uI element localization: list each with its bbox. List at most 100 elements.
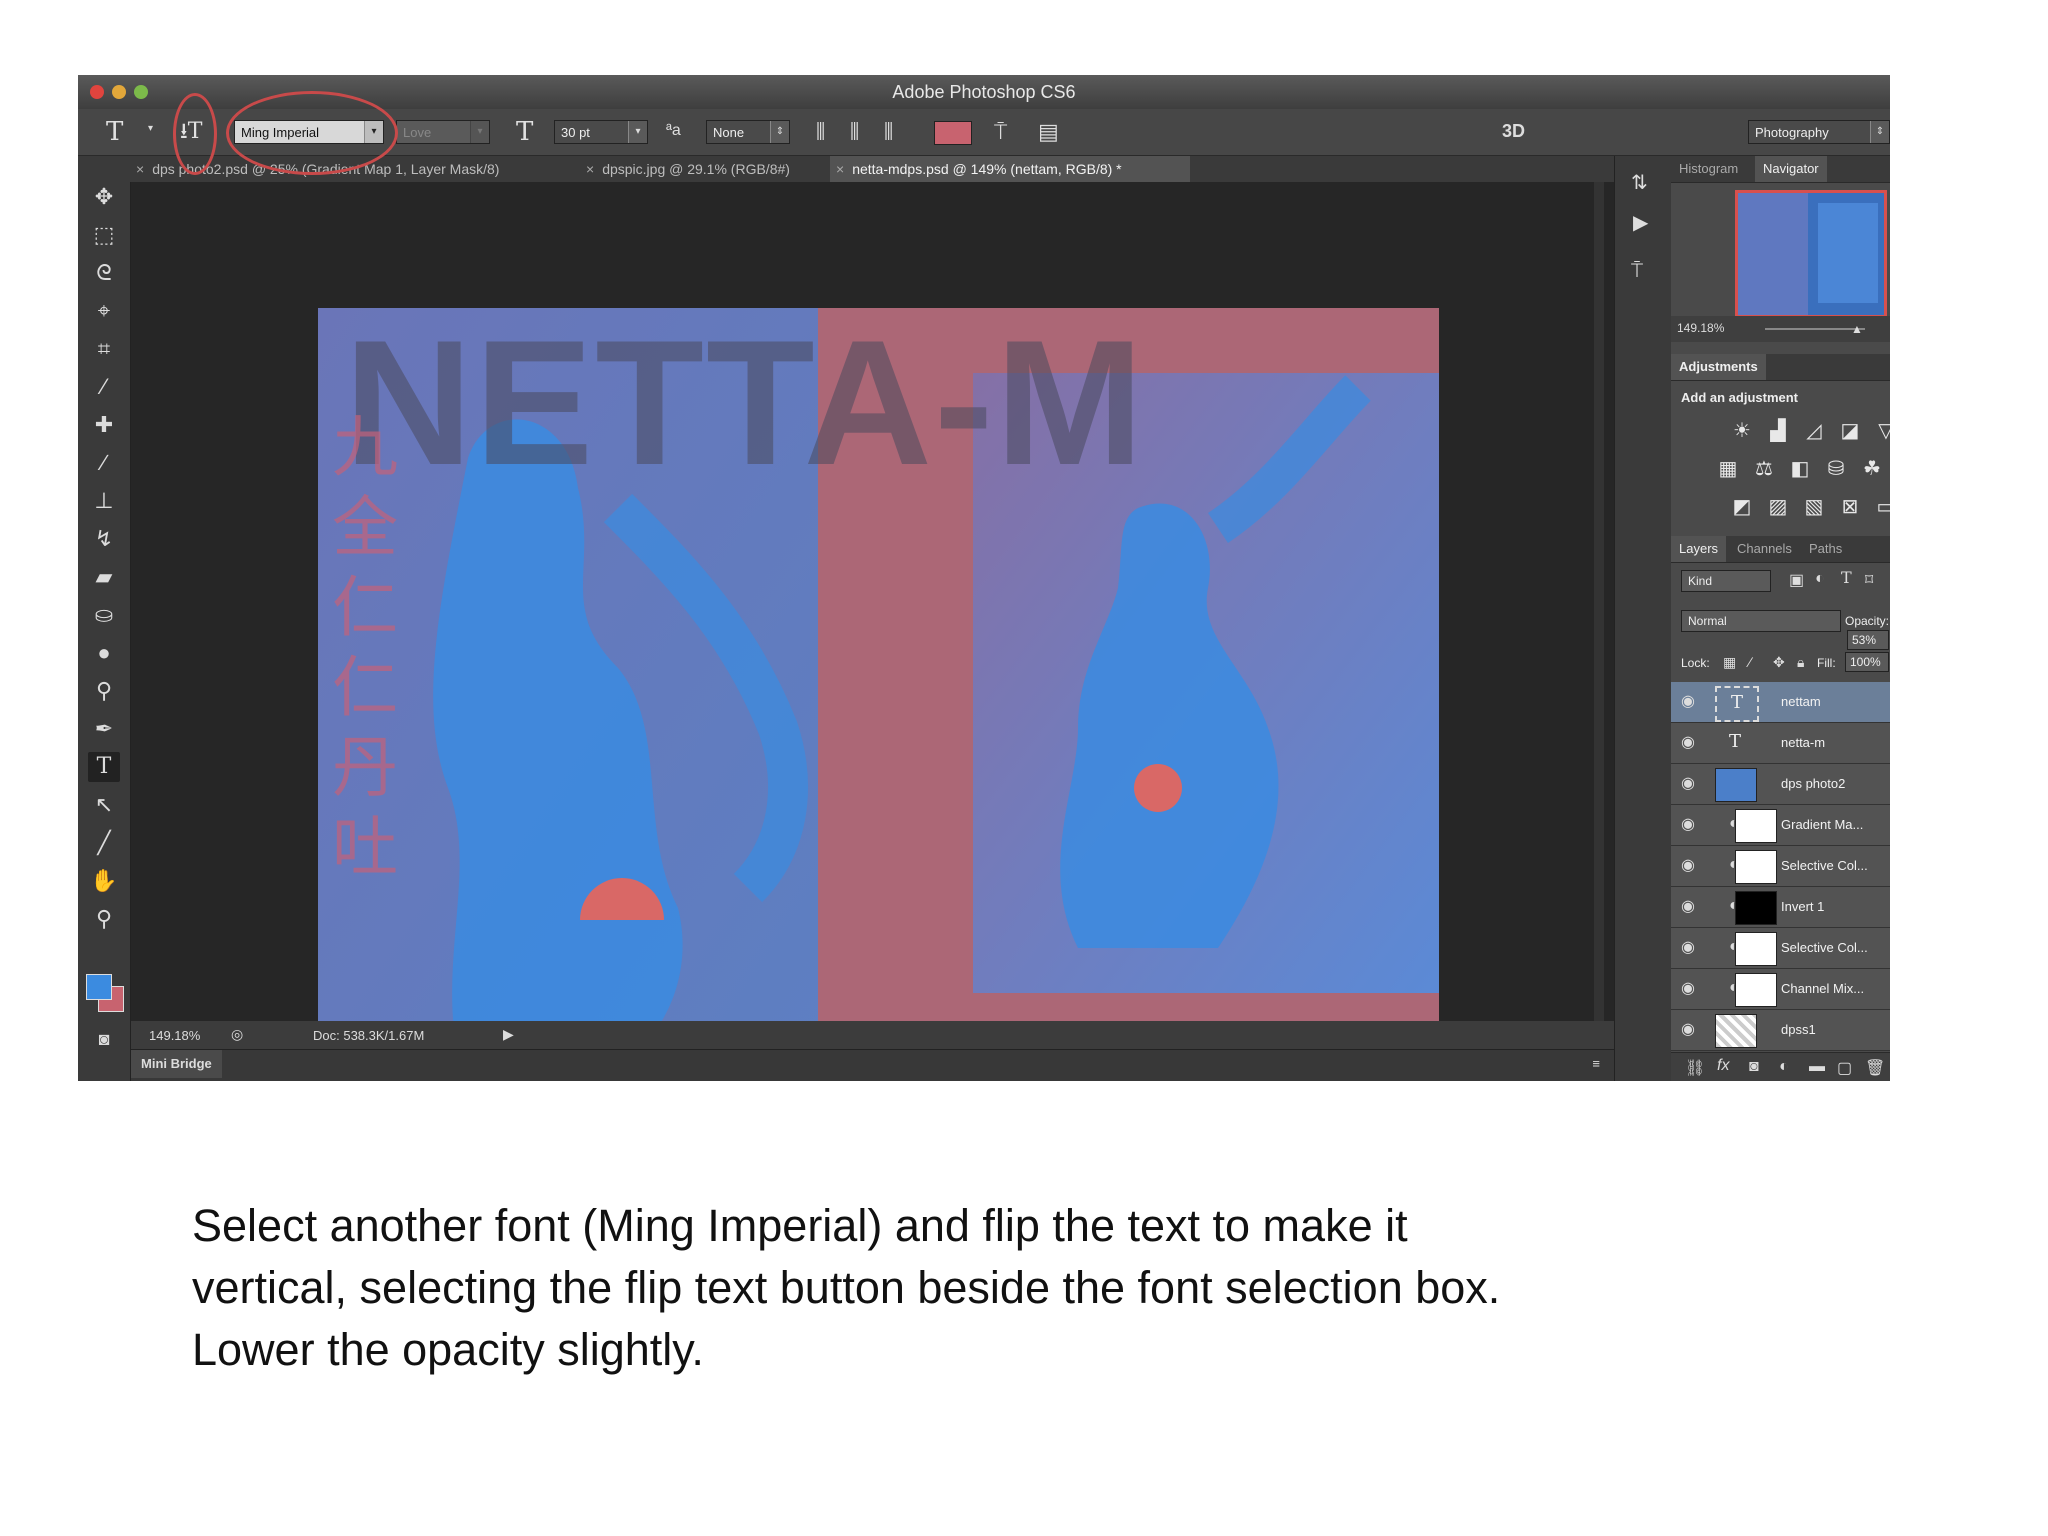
layer-row-netta-m[interactable]: ◉ T netta-m [1671, 723, 1890, 764]
align-center-icon[interactable]: ⫼ [850, 121, 859, 144]
layer-row-dpss1[interactable]: ◉ dpss1 [1671, 1010, 1890, 1051]
antialias-select[interactable]: None ⇕ [706, 120, 790, 144]
fill-input[interactable]: 100% [1845, 652, 1889, 672]
layer-filter-kind-select[interactable]: Kind [1681, 570, 1771, 592]
delete-layer-trash-icon[interactable]: 🗑︎ [1865, 1058, 1885, 1078]
layer-row-channel-mixer[interactable]: ◉ ◐ ⛓ Channel Mix... [1671, 969, 1890, 1010]
filter-type-icon[interactable]: T [1841, 568, 1852, 587]
layer-row-dps-photo2[interactable]: ◉ dps photo2 [1671, 764, 1890, 805]
tab-netta-mdps[interactable]: × netta-mdps.psd @ 149% (nettam, RGB/8) * [830, 156, 1190, 182]
layer-row-invert[interactable]: ◉ ◐ ⛓ Invert 1 [1671, 887, 1890, 928]
status-menu-arrow-icon[interactable]: ▶ [503, 1026, 514, 1043]
pen-tool-icon[interactable]: ✒ [88, 714, 120, 744]
eraser-tool-icon[interactable]: ▰ [88, 562, 120, 592]
selective-color-icon[interactable]: ⊠ [1839, 496, 1861, 518]
lock-pixels-icon[interactable]: ∕ [1749, 654, 1751, 670]
exposure-icon[interactable]: ◪ [1839, 420, 1861, 442]
blur-tool-icon[interactable]: ● [88, 638, 120, 668]
character-panel-icon[interactable]: ▤ [1038, 119, 1059, 145]
marquee-tool-icon[interactable]: ⬚ [88, 220, 120, 250]
tab-navigator[interactable]: Navigator [1755, 156, 1827, 182]
warp-text-icon[interactable]: ⍑ [994, 119, 1007, 145]
brightness-contrast-icon[interactable]: ☀ [1731, 420, 1753, 442]
filter-shape-icon[interactable]: ⌑ [1865, 570, 1873, 590]
font-size-input[interactable]: 30 pt ▾ [554, 120, 648, 144]
layer-style-fx-icon[interactable]: fx [1717, 1057, 1729, 1075]
lock-position-icon[interactable]: ✥ [1773, 654, 1785, 671]
mini-bridge-tab[interactable]: Mini Bridge [131, 1050, 222, 1078]
navigator-zoom-slider[interactable] [1765, 328, 1865, 330]
visibility-eye-icon[interactable]: ◉ [1681, 855, 1695, 875]
status-icon[interactable]: ◎ [231, 1026, 243, 1043]
layer-row-selective-color-2[interactable]: ◉ ◐ ⛓ Selective Col... [1671, 928, 1890, 969]
visibility-eye-icon[interactable]: ◉ [1681, 814, 1695, 834]
close-tab-icon[interactable]: × [136, 161, 144, 177]
move-tool-icon[interactable]: ✥ [88, 182, 120, 212]
vertical-scrollbar[interactable] [1594, 182, 1604, 1021]
workspace-select[interactable]: Photography ⇕ [1748, 120, 1890, 144]
filter-adjustment-icon[interactable]: ◐ [1815, 570, 1825, 588]
link-layers-icon[interactable]: ⛓ [1685, 1058, 1705, 1078]
lasso-tool-icon[interactable]: ᘓ [88, 258, 120, 288]
history-panel-icon[interactable]: ⇅ [1631, 170, 1648, 195]
gradient-map-icon[interactable]: ▭ [1875, 496, 1890, 518]
lock-transparent-icon[interactable]: ▦ [1723, 654, 1736, 671]
color-balance-icon[interactable]: ⚖ [1753, 458, 1775, 480]
black-white-icon[interactable]: ◧ [1789, 458, 1811, 480]
visibility-eye-icon[interactable]: ◉ [1681, 691, 1695, 711]
line-tool-icon[interactable]: ╱ [88, 828, 120, 858]
tab-histogram[interactable]: Histogram [1671, 156, 1746, 182]
tab-layers[interactable]: Layers [1671, 536, 1727, 562]
panel-menu-icon[interactable]: ≡ [1592, 1056, 1600, 1071]
crop-tool-icon[interactable]: ⌗ [88, 334, 120, 364]
healing-brush-tool-icon[interactable]: ✚ [88, 410, 120, 440]
navigator-zoom-value[interactable]: 149.18% [1677, 321, 1724, 335]
vibrance-icon[interactable]: ▽ [1875, 420, 1890, 442]
close-tab-icon[interactable]: × [586, 161, 594, 177]
type-tool-selected-icon[interactable]: T [88, 752, 120, 782]
channel-mixer-icon[interactable]: ☘ [1861, 458, 1883, 480]
paint-bucket-tool-icon[interactable]: ⛀ [88, 600, 120, 630]
zoom-tool-icon[interactable]: ⚲ [88, 904, 120, 934]
visibility-eye-icon[interactable]: ◉ [1681, 773, 1695, 793]
hue-saturation-icon[interactable]: ▦ [1717, 458, 1739, 480]
new-layer-icon[interactable]: ▢ [1837, 1058, 1852, 1078]
opacity-input[interactable]: 53% [1847, 630, 1889, 650]
levels-icon[interactable]: ▟ [1767, 420, 1789, 442]
document-canvas[interactable]: NETTA-M 九全仁仁丹吐 [318, 308, 1439, 1056]
tab-channels[interactable]: Channels [1729, 536, 1800, 562]
blend-mode-select[interactable]: Normal [1681, 610, 1841, 632]
type-tool-icon[interactable]: T [106, 119, 123, 145]
hand-tool-icon[interactable]: ✋ [88, 866, 120, 896]
lock-all-icon[interactable]: 🔒︎ [1797, 654, 1804, 671]
visibility-eye-icon[interactable]: ◉ [1681, 978, 1695, 998]
visibility-eye-icon[interactable]: ◉ [1681, 1019, 1695, 1039]
new-group-folder-icon[interactable]: ▬ [1809, 1058, 1825, 1076]
tab-adjustments[interactable]: Adjustments [1671, 354, 1766, 380]
invert-icon[interactable]: ◩ [1731, 496, 1753, 518]
align-top-icon[interactable]: ⫼ [816, 121, 825, 144]
visibility-eye-icon[interactable]: ◉ [1681, 896, 1695, 916]
character-panel-icon[interactable]: ⍑ [1631, 260, 1643, 283]
visibility-eye-icon[interactable]: ◉ [1681, 937, 1695, 957]
close-tab-icon[interactable]: × [836, 161, 844, 177]
dodge-tool-icon[interactable]: ⚲ [88, 676, 120, 706]
tab-dpspic[interactable]: × dpspic.jpg @ 29.1% (RGB/8#) [580, 156, 820, 182]
text-color-swatch[interactable] [934, 121, 972, 145]
tool-preset-chevron-icon[interactable]: ▾ [148, 123, 153, 134]
navigator-thumbnail[interactable] [1735, 190, 1887, 318]
quick-mask-icon[interactable]: ◙ [88, 1024, 120, 1054]
layer-row-gradient-map[interactable]: ◉ ◐ ⛓ Gradient Ma... [1671, 805, 1890, 846]
threshold-icon[interactable]: ▧ [1803, 496, 1825, 518]
new-adjustment-icon[interactable]: ◐ [1779, 1058, 1789, 1076]
foreground-color-swatch[interactable] [86, 974, 112, 1000]
photo-filter-icon[interactable]: ⛁ [1825, 458, 1847, 480]
path-selection-tool-icon[interactable]: ↖ [88, 790, 120, 820]
layer-row-selective-color[interactable]: ◉ ◐ ⛓ Selective Col... [1671, 846, 1890, 887]
curves-icon[interactable]: ◿ [1803, 420, 1825, 442]
zoom-in-icon[interactable]: ▲ [1851, 322, 1863, 336]
actions-panel-icon[interactable]: ▶ [1633, 210, 1648, 235]
zoom-readout[interactable]: 149.18% [149, 1028, 200, 1043]
filter-pixel-icon[interactable]: ▣ [1789, 570, 1804, 590]
threed-mode-label[interactable]: 3D [1502, 121, 1525, 142]
